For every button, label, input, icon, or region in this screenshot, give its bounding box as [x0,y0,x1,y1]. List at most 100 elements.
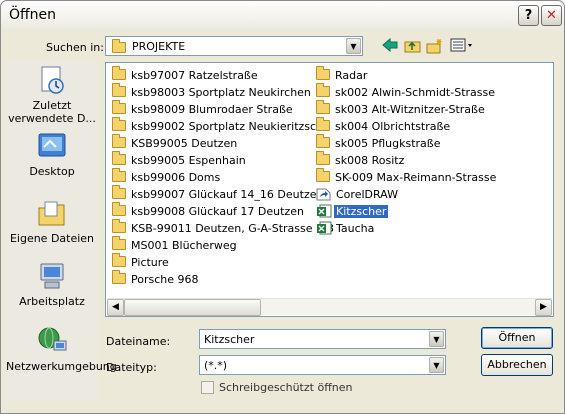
file-item-label: sk004 Olbrichtstraße [335,120,451,133]
file-item[interactable]: Kitzscher [314,203,498,220]
file-item-label: sk005 Pflugkstraße [335,137,441,150]
readonly-label[interactable]: Schreibgeschützt öffnen [219,381,352,394]
file-item-label: ksb99005 Espenhain [131,154,246,167]
folder-icon [112,66,126,80]
folder-icon [112,151,126,165]
file-item-label: CorelDRAW [336,188,398,201]
file-item[interactable]: CorelDRAW [314,186,498,203]
file-item[interactable]: sk004 Olbrichtstraße [314,117,498,135]
file-item[interactable]: ksb98003 Sportplatz Neukirchen [110,83,336,101]
file-item[interactable]: ksb97007 Ratzelstraße [110,66,336,84]
scroll-right-button[interactable]: ▶ [535,299,552,316]
file-item[interactable]: ksb99008 Glückauf 17 Deutzen [110,202,336,220]
filetype-dropdown-button[interactable]: ▼ [429,357,444,373]
view-menu-icon[interactable] [450,38,474,54]
filename-combo[interactable]: Kitzscher ▼ [199,329,446,349]
file-item[interactable]: sk005 Pflugkstraße [314,134,498,152]
desktop-icon [36,131,68,161]
file-item[interactable]: ksb98009 Blumrodaer Straße [110,100,336,118]
file-list[interactable]: ksb97007 Ratzelstraße ksb98003 Sportplatz… [105,62,554,317]
file-item-label: ksb99002 Sportplatz Neukieritzsch [131,120,324,133]
file-item-label: Kitzscher [334,205,389,218]
excel-file-icon [316,204,332,218]
file-item-label: MS001 Blücherweg [131,239,237,252]
folder-icon [112,100,126,114]
file-item[interactable]: sk003 Alt-Witznitzer-Straße [314,100,498,118]
place-my-computer-label: Arbeitsplatz [19,295,85,308]
file-item-label: Taucha [336,222,375,235]
network-icon [36,326,68,356]
folder-icon [112,202,126,216]
file-item-label: KSB-99011 Deutzen, G-A-Strasse 1-3 [131,222,334,235]
file-item-label: KSB99005 Deutzen [131,137,238,150]
file-item-label: ksb98003 Sportplatz Neukirchen [131,86,311,99]
folder-icon [112,219,126,233]
file-item[interactable]: Porsche 968 [110,270,336,288]
back-arrow-icon[interactable] [381,37,399,54]
file-item-label: sk003 Alt-Witznitzer-Straße [335,103,485,116]
recent-documents-icon [36,65,68,95]
file-item[interactable]: sk002 Alwin-Schmidt-Strasse [314,83,498,101]
folder-icon [112,39,126,53]
window-title: Öffnen [9,7,57,23]
file-column-1: ksb97007 Ratzelstraße ksb98003 Sportplatz… [110,66,336,288]
scroll-thumb[interactable] [124,299,261,316]
place-my-documents[interactable]: Eigene Dateien [6,198,98,245]
file-item[interactable]: KSB99005 Deutzen [110,134,336,152]
file-item[interactable]: SK-009 Max-Reimann-Strasse [314,168,498,186]
folder-icon [112,134,126,148]
look-in-label: Suchen in: [46,41,104,54]
filename-value: Kitzscher [204,333,255,346]
folder-icon [316,117,330,131]
file-item[interactable]: KSB-99011 Deutzen, G-A-Strasse 1-3 [110,219,336,237]
file-item-label: ksb99007 Glückauf 14_16 Deutzen [131,188,324,201]
file-item[interactable]: ksb99007 Glückauf 14_16 Deutzen [110,185,336,203]
file-item-label: ksb97007 Ratzelstraße [131,69,258,82]
file-item[interactable]: MS001 Blücherweg [110,236,336,254]
open-dialog: Öffnen ? ✕ Suchen in: PROJEKTE ▼ Zuletzt… [0,0,565,414]
look-in-combo[interactable]: PROJEKTE ▼ [105,36,363,56]
horizontal-scrollbar[interactable]: ◀ ▶ [107,298,552,316]
close-button[interactable]: ✕ [541,5,562,26]
file-item[interactable]: ksb99006 Doms [110,168,336,186]
file-item-label: ksb99008 Glückauf 17 Deutzen [131,205,304,218]
readonly-checkbox[interactable] [201,381,214,394]
filetype-combo[interactable]: (*.*) ▼ [199,355,446,375]
place-my-computer[interactable]: Arbeitsplatz [6,261,98,308]
place-desktop[interactable]: Desktop [6,131,98,178]
place-desktop-label: Desktop [29,165,75,178]
file-item[interactable]: Radar [314,66,498,84]
folder-icon [112,168,126,182]
up-folder-icon[interactable] [403,38,421,54]
help-button[interactable]: ? [518,5,539,26]
folder-icon [112,270,126,284]
look-in-value: PROJEKTE [132,40,186,53]
file-item-label: SK-009 Max-Reimann-Strasse [335,171,497,184]
folder-icon [112,253,126,267]
file-item-label: sk002 Alwin-Schmidt-Strasse [335,86,495,99]
folder-icon [112,185,126,199]
filename-dropdown-button[interactable]: ▼ [429,331,444,347]
new-folder-icon[interactable] [426,38,444,54]
folder-icon [316,134,330,148]
place-network-label: Netzwerkumgebung [6,360,117,373]
file-item[interactable]: Picture [110,253,336,271]
folder-icon [316,168,330,182]
file-item-label: ksb99006 Doms [131,171,221,184]
file-item[interactable]: Taucha [314,220,498,237]
look-in-dropdown-button[interactable]: ▼ [346,38,361,54]
place-recent[interactable]: Zuletzt verwendete D... [6,65,98,125]
folder-icon [316,66,330,80]
file-item[interactable]: ksb99005 Espenhain [110,151,336,169]
scroll-left-button[interactable]: ◀ [107,299,124,316]
file-item-label: ksb98009 Blumrodaer Straße [131,103,293,116]
file-item-label: sk008 Rositz [335,154,405,167]
cancel-button[interactable]: Abbrechen [481,354,553,376]
title-bar[interactable]: Öffnen ? ✕ [1,1,564,30]
place-network[interactable]: Netzwerkumgebung [6,326,117,373]
file-item[interactable]: ksb99002 Sportplatz Neukieritzsch [110,117,336,135]
folder-icon [316,83,330,97]
folder-icon [112,83,126,97]
file-item[interactable]: sk008 Rositz [314,151,498,169]
open-button[interactable]: Öffnen [481,327,553,349]
